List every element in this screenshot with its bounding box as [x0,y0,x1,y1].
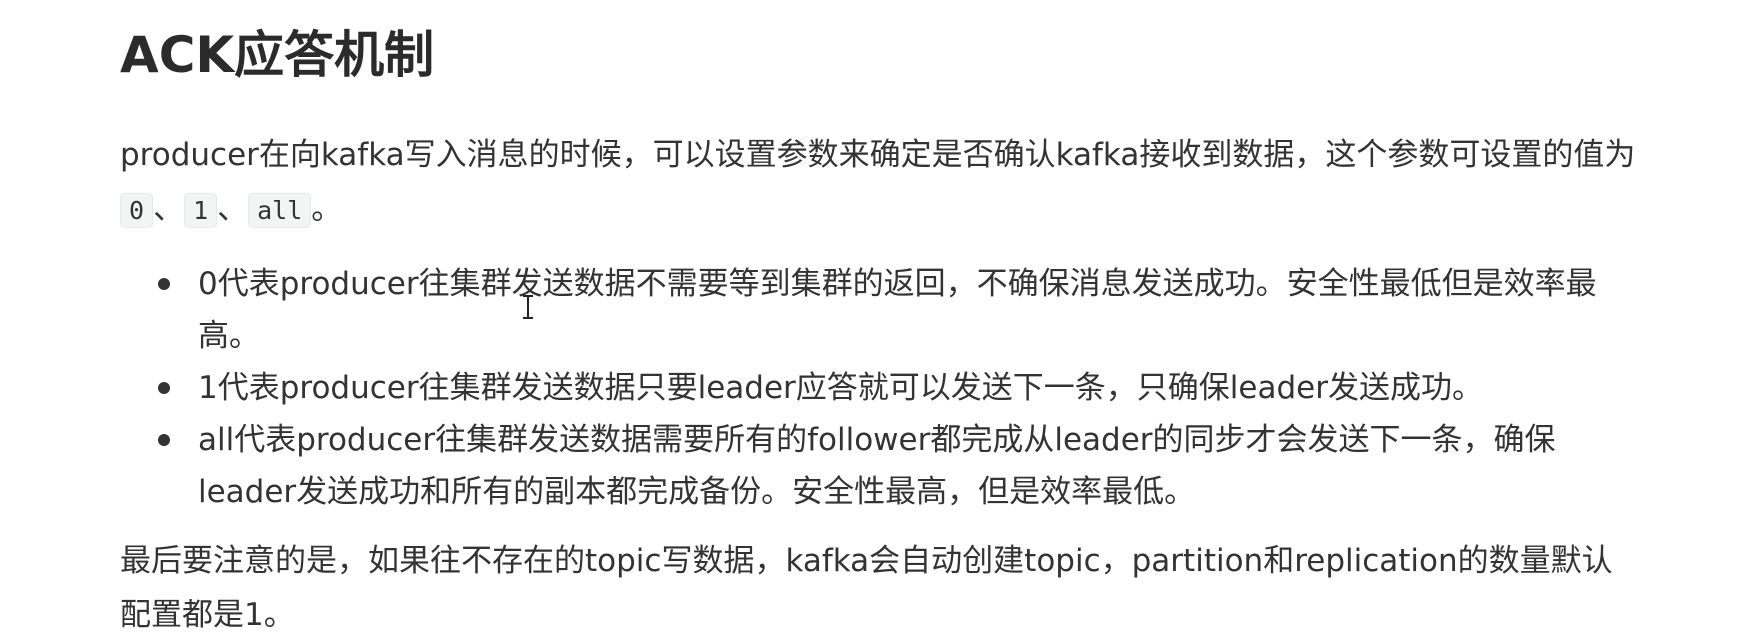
list-item-text: all代表producer往集群发送数据需要所有的follower都完成从lea… [198,422,1556,510]
bullet-icon [158,278,170,290]
document-page: ACK应答机制 producer在向kafka写入消息的时候，可以设置参数来确定… [0,0,1760,642]
list-item: 1代表producer往集群发送数据只要leader应答就可以发送下一条，只确保… [158,362,1640,414]
footer-paragraph: 最后要注意的是，如果往不存在的topic写数据，kafka会自动创建topic，… [120,543,1613,633]
bullet-icon [158,382,170,394]
separator-1: 、 [153,191,185,227]
text-cursor-icon [523,295,533,319]
section-heading: ACK应答机制 [120,26,435,84]
document-content: ACK应答机制 producer在向kafka写入消息的时候，可以设置参数来确定… [120,22,1640,642]
intro-text: producer在向kafka写入消息的时候，可以设置参数来确定是否确认kafk… [120,137,1636,173]
inline-code-value-1: 1 [184,193,218,228]
bullet-icon [158,434,170,446]
list-item-text: 1代表producer往集群发送数据只要leader应答就可以发送下一条，只确保… [198,370,1483,406]
intro-paragraph: producer在向kafka写入消息的时候，可以设置参数来确定是否确认kafk… [120,128,1640,238]
inline-code-value-all: all [248,193,312,228]
separator-2: 、 [217,191,249,227]
list-item: all代表producer往集群发送数据需要所有的follower都完成从lea… [158,414,1640,518]
inline-code-value-0: 0 [120,193,154,228]
intro-end: 。 [311,191,343,227]
list-item: 0代表producer往集群发送数据不需要等到集群的返回，不确保消息发送成功。安… [158,258,1640,362]
ack-options-list: 0代表producer往集群发送数据不需要等到集群的返回，不确保消息发送成功。安… [120,258,1640,518]
list-item-text: 0代表producer往集群发送数据不需要等到集群的返回，不确保消息发送成功。安… [198,266,1597,354]
